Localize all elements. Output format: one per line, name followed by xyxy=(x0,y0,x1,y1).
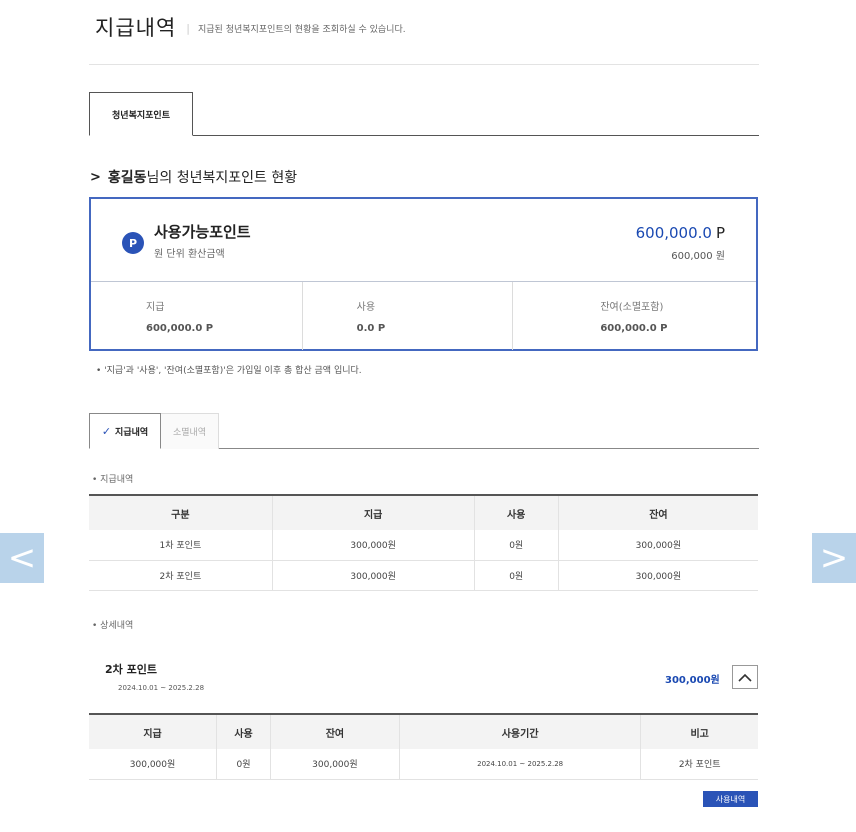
next-arrow-button[interactable]: > xyxy=(812,533,856,583)
status-heading: > 홍길동 님의 청년복지포인트 현황 xyxy=(90,167,297,187)
detail-title: 2차 포인트 xyxy=(105,663,157,676)
page-title: 지급내역 xyxy=(95,16,177,40)
chevron-up-icon xyxy=(738,673,752,682)
table-header-row: 구분 지급 사용 잔여 xyxy=(89,494,758,530)
point-unit: P xyxy=(715,224,725,242)
table-row: 2차 포인트 300,000원 0원 300,000원 xyxy=(89,560,758,591)
table-cell: 1차 포인트 xyxy=(89,530,273,561)
summary-table: 구분 지급 사용 잔여 1차 포인트 300,000원 0원 300,000원 … xyxy=(89,494,758,591)
tab-expiry-history[interactable]: 소멸내역 xyxy=(161,413,219,449)
detail-table: 지급 사용 잔여 사용기간 비고 300,000원 0원 300,000원 20… xyxy=(89,713,758,780)
remaining-label: 잔여(소멸포함) xyxy=(600,302,664,313)
won-conversion-amount: 600,000 원 xyxy=(671,251,725,262)
remaining-cell: 잔여(소멸포함) 600,000.0 P xyxy=(512,282,756,350)
used-value: 0.0 P xyxy=(356,323,386,334)
column-header: 잔여 xyxy=(558,494,758,530)
available-point-amount: 600,000.0 P xyxy=(636,224,725,242)
tab-payment-history-label: 지급내역 xyxy=(115,427,149,438)
tab-youth-welfare-point[interactable]: 청년복지포인트 xyxy=(89,92,193,136)
column-header: 지급 xyxy=(89,713,218,749)
available-point-value: 600,000.0 xyxy=(635,224,712,242)
table-header-row: 지급 사용 잔여 사용기간 비고 xyxy=(89,713,758,749)
page-description: 지급된 청년복지포인트의 현황을 조회하실 수 있습니다. xyxy=(198,25,406,35)
paid-label: 지급 xyxy=(146,302,165,313)
table-cell: 2차 포인트 xyxy=(89,560,273,591)
total-note: • '지급'과 '사용', '잔여(소멸포함)'은 가입일 이후 총 합산 금액… xyxy=(96,366,362,376)
available-point-label: 사용가능포인트 xyxy=(154,223,251,241)
table-cell: 0원 xyxy=(474,530,559,561)
table-cell: 300,000원 xyxy=(270,749,400,780)
chevron-right-icon: > xyxy=(90,169,101,185)
column-header: 사용기간 xyxy=(399,713,642,749)
chevron-left-icon: < xyxy=(7,538,37,578)
title-separator: | xyxy=(186,22,190,35)
detail-period: 2024.10.01 ~ 2025.2.28 xyxy=(118,684,205,692)
usage-history-button[interactable]: 사용내역 xyxy=(703,791,758,807)
table-cell: 0원 xyxy=(474,560,559,591)
prev-arrow-button[interactable]: < xyxy=(0,533,44,583)
column-header: 지급 xyxy=(272,494,475,530)
table-row: 300,000원 0원 300,000원 2024.10.01 ~ 2025.2… xyxy=(89,749,758,780)
status-heading-suffix: 님의 청년복지포인트 현황 xyxy=(146,170,298,186)
table-cell: 300,000원 xyxy=(272,530,475,561)
column-header: 비고 xyxy=(640,713,758,749)
column-header: 잔여 xyxy=(270,713,400,749)
summary-section-label: • 지급내역 xyxy=(92,475,134,485)
point-breakdown: 지급 600,000.0 P 사용 0.0 P 잔여(소멸포함) 600,000… xyxy=(91,282,756,350)
table-cell: 300,000원 xyxy=(89,749,218,780)
column-header: 구분 xyxy=(89,494,273,530)
table-cell: 0원 xyxy=(216,749,271,780)
used-cell: 사용 0.0 P xyxy=(301,282,513,350)
divider xyxy=(89,64,759,65)
paid-value: 600,000.0 P xyxy=(146,323,214,334)
used-label: 사용 xyxy=(356,302,376,313)
sub-tabbar: ✓ 지급내역 소멸내역 xyxy=(89,413,759,449)
table-cell: 2024.10.01 ~ 2025.2.28 xyxy=(399,749,642,780)
remaining-value: 600,000.0 P xyxy=(600,323,668,334)
table-row: 1차 포인트 300,000원 0원 300,000원 xyxy=(89,530,758,561)
column-header: 사용 xyxy=(216,713,271,749)
table-cell: 2차 포인트 xyxy=(640,749,758,780)
column-header: 사용 xyxy=(474,494,559,530)
user-name: 홍길동 xyxy=(107,170,147,186)
check-icon: ✓ xyxy=(101,424,112,438)
table-cell: 300,000원 xyxy=(272,560,475,591)
table-cell: 300,000원 xyxy=(558,530,758,561)
point-summary-box: P 사용가능포인트 원 단위 환산금액 600,000.0 P 600,000 원… xyxy=(89,197,758,351)
won-conversion-label: 원 단위 환산금액 xyxy=(154,249,225,260)
page-header: 지급내역 | 지급된 청년복지포인트의 현황을 조회하실 수 있습니다. xyxy=(95,12,406,42)
table-cell: 300,000원 xyxy=(558,560,758,591)
tab-payment-history[interactable]: ✓ 지급내역 xyxy=(89,413,161,449)
paid-cell: 지급 600,000.0 P xyxy=(91,282,302,350)
point-icon: P xyxy=(122,232,144,254)
available-point-section: P 사용가능포인트 원 단위 환산금액 600,000.0 P 600,000 원 xyxy=(91,199,756,282)
detail-section-label: • 상세내역 xyxy=(92,621,134,631)
main-tabbar: 청년복지포인트 xyxy=(89,92,759,136)
chevron-right-icon: > xyxy=(819,538,849,578)
detail-amount: 300,000원 xyxy=(665,675,720,686)
collapse-button[interactable] xyxy=(732,665,758,689)
